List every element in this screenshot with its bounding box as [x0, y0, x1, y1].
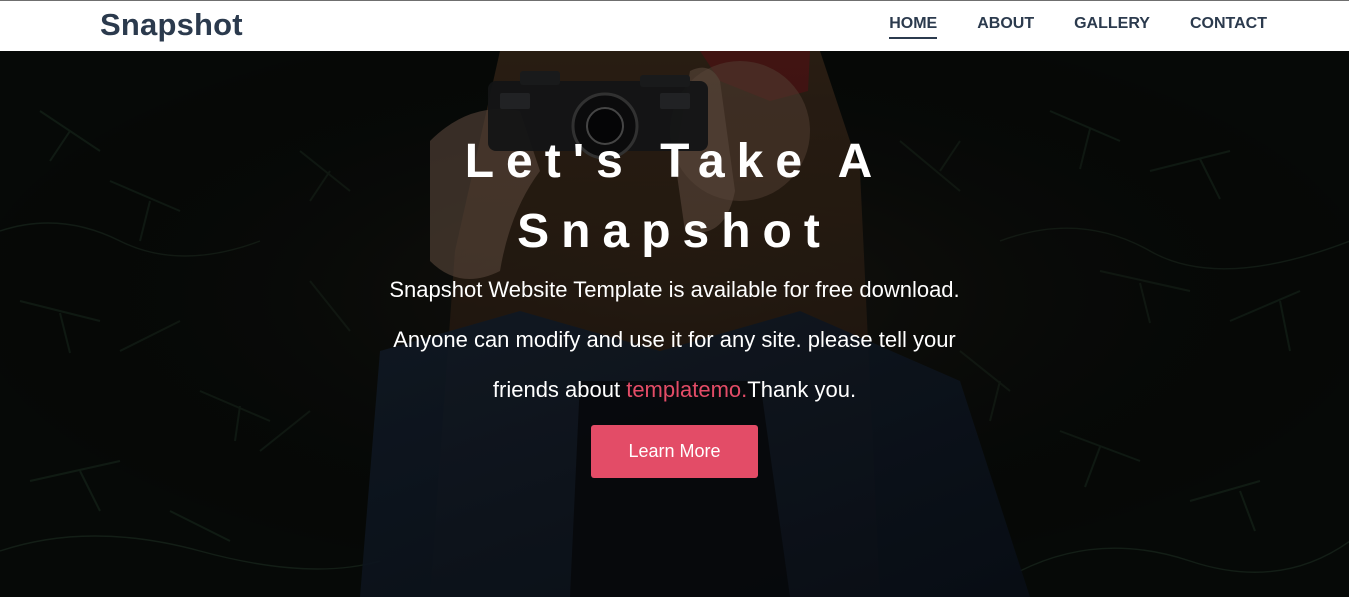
brand-logo[interactable]: Snapshot [100, 7, 243, 43]
templatemo-link[interactable]: templatemo. [626, 377, 747, 402]
hero-title-line-1: Let's Take A [464, 135, 885, 188]
hero-section: Let's Take A Snapshot Snapshot Website T… [0, 51, 1349, 597]
hero-text-line-2: Anyone can modify and use it for any sit… [393, 327, 956, 352]
hero-text-line-3-before: friends about [492, 377, 627, 402]
hero-text-line-3: friends about templatemo.Thank you. [0, 365, 1349, 415]
hero-title: Let's Take A Snapshot [0, 127, 1349, 267]
learn-more-button[interactable]: Learn More [591, 425, 758, 478]
nav-link-home[interactable]: HOME [889, 15, 938, 39]
nav-menu: HOME ABOUT GALLERY CONTACT [849, 1, 1267, 51]
nav-link-contact[interactable]: CONTACT [1190, 15, 1267, 39]
hero-text-line-3-after: Thank you. [747, 377, 857, 402]
hero-description: Snapshot Website Template is available f… [0, 265, 1349, 415]
nav-link-gallery[interactable]: GALLERY [1074, 15, 1150, 39]
navbar: Snapshot HOME ABOUT GALLERY CONTACT [0, 0, 1349, 51]
hero-text-line-1: Snapshot Website Template is available f… [389, 277, 960, 302]
hero-title-line-2: Snapshot [517, 205, 832, 258]
nav-link-about[interactable]: ABOUT [977, 15, 1034, 39]
